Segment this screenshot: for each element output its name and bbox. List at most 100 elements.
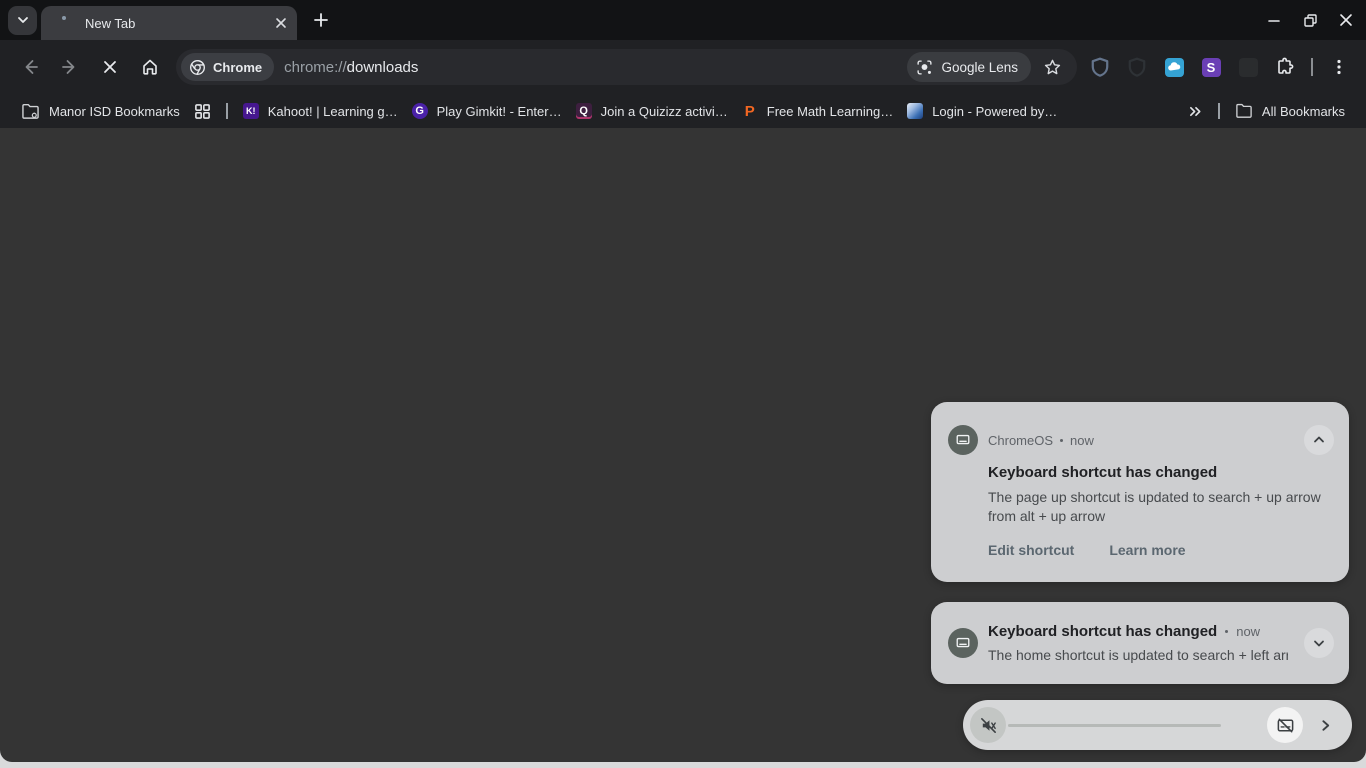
volume-mute-knob[interactable]	[970, 707, 1006, 743]
star-icon	[1043, 58, 1062, 77]
bookmark-label: Join a Quizizz activi…	[601, 104, 728, 119]
google-lens-button[interactable]: Google Lens	[907, 52, 1031, 82]
minimize-button[interactable]	[1260, 6, 1288, 34]
close-window-button[interactable]	[1332, 6, 1360, 34]
chromeos-avatar	[948, 425, 978, 455]
restore-button[interactable]	[1296, 6, 1324, 34]
shield-icon	[1090, 57, 1110, 77]
toolbar-divider	[1311, 58, 1313, 76]
bookmark-gimkit[interactable]: G Play Gimkit! - Enter…	[405, 100, 569, 122]
minimize-icon	[1267, 13, 1281, 27]
new-tab-button[interactable]	[307, 6, 335, 34]
google-lens-label: Google Lens	[941, 60, 1018, 75]
dimmed-extension-icon	[1239, 58, 1258, 77]
edit-shortcut-button[interactable]: Edit shortcut	[988, 542, 1074, 558]
expand-notification-button[interactable]	[1304, 628, 1334, 658]
chevron-right-icon	[1318, 718, 1333, 733]
keyboard-icon	[955, 635, 971, 651]
quizizz-favicon: Q	[576, 103, 592, 119]
tab-strip: New Tab	[0, 0, 1366, 40]
learn-more-button[interactable]: Learn more	[1109, 542, 1185, 558]
notification-title-row: Keyboard shortcut has changed now	[988, 623, 1260, 640]
notification-body: The page up shortcut is updated to searc…	[988, 488, 1338, 526]
notification-source: ChromeOS	[988, 433, 1053, 448]
gimkit-favicon: G	[412, 103, 428, 119]
meta-separator-dot	[1225, 630, 1228, 633]
bookmark-login[interactable]: Login - Powered by…	[900, 100, 1064, 122]
shield-icon	[1127, 57, 1147, 77]
s-extension-icon: S	[1202, 58, 1221, 77]
url-text: chrome://downloads	[284, 59, 418, 76]
notification-meta: now	[1225, 624, 1260, 639]
all-bookmarks-button[interactable]: All Bookmarks	[1228, 100, 1352, 122]
notification-actions: Edit shortcut Learn more	[988, 542, 1186, 558]
site-chip-label: Chrome	[213, 60, 262, 75]
bookmark-label: Free Math Learning…	[767, 104, 893, 119]
apps-shortcut[interactable]	[187, 100, 218, 123]
tab-close-icon[interactable]	[271, 13, 291, 33]
forward-arrow-icon	[60, 57, 80, 77]
prodigy-favicon: P	[742, 103, 758, 119]
folder-icon	[1235, 103, 1253, 119]
kahoot-favicon: K!	[243, 103, 259, 119]
volume-slider-track[interactable]	[1008, 724, 1221, 727]
home-icon	[140, 57, 160, 77]
bookmarks-overflow-button[interactable]	[1181, 102, 1210, 121]
chevron-down-icon	[16, 13, 30, 27]
collapse-notification-button[interactable]	[1304, 425, 1334, 455]
apps-grid-icon	[194, 103, 211, 120]
bookmark-quizizz[interactable]: Q Join a Quizizz activi…	[569, 100, 735, 122]
double-chevron-right-icon	[1188, 105, 1203, 118]
back-arrow-icon	[20, 57, 40, 77]
home-button[interactable]	[133, 50, 167, 84]
forward-button[interactable]	[53, 50, 87, 84]
managed-bookmarks-folder[interactable]: Manor ISD Bookmarks	[14, 100, 187, 123]
live-caption-toggle[interactable]	[1267, 707, 1303, 743]
plus-icon	[313, 12, 329, 28]
extension-shield-dark[interactable]	[1122, 52, 1152, 82]
extensions-menu-button[interactable]	[1270, 52, 1300, 82]
extension-dimmed[interactable]	[1233, 52, 1263, 82]
tab-title: New Tab	[85, 16, 135, 31]
bookmark-label: Login - Powered by…	[932, 104, 1057, 119]
extension-shield-light[interactable]	[1085, 52, 1115, 82]
bookmark-star-button[interactable]	[1037, 52, 1067, 82]
stop-loading-button[interactable]	[93, 50, 127, 84]
notification-time: now	[1070, 433, 1094, 448]
muted-speaker-icon	[979, 716, 998, 735]
extension-icons-area: S	[1085, 52, 1356, 82]
close-icon	[1339, 13, 1353, 27]
browser-menu-button[interactable]	[1324, 52, 1354, 82]
shelf-hint-strip	[0, 762, 1366, 768]
chevron-up-icon	[1312, 433, 1326, 447]
omnibox[interactable]: Chrome chrome://downloads Google Lens	[176, 49, 1077, 85]
bookmarks-divider	[1218, 103, 1220, 119]
back-button[interactable]	[13, 50, 47, 84]
notification-card-expanded[interactable]: ChromeOS now Keyboard shortcut has chang…	[931, 402, 1349, 582]
extension-securly[interactable]: S	[1196, 52, 1226, 82]
cloud-extension-icon	[1165, 58, 1184, 77]
notification-card-collapsed[interactable]: Keyboard shortcut has changed now The ho…	[931, 602, 1349, 684]
audio-settings-expand-button[interactable]	[1311, 711, 1339, 739]
bookmark-kahoot[interactable]: K! Kahoot! | Learning g…	[236, 100, 405, 122]
bookmarks-divider	[226, 103, 228, 119]
puzzle-piece-icon	[1275, 57, 1295, 77]
chrome-logo-icon	[189, 59, 206, 76]
tab-favicon-dot	[62, 16, 66, 20]
chromeos-avatar	[948, 628, 978, 658]
chevron-down-icon	[1312, 636, 1326, 650]
url-scheme: chrome://	[284, 59, 347, 76]
bookmark-label: Kahoot! | Learning g…	[268, 104, 398, 119]
notification-title: Keyboard shortcut has changed	[988, 464, 1217, 481]
notification-time: now	[1236, 624, 1260, 639]
managed-folder-icon	[21, 103, 40, 120]
notification-meta: ChromeOS now	[988, 433, 1094, 448]
tab-new-tab[interactable]: New Tab	[41, 6, 297, 40]
tab-search-button[interactable]	[8, 6, 37, 35]
keyboard-icon	[955, 432, 971, 448]
bookmark-prodigy[interactable]: P Free Math Learning…	[735, 100, 900, 122]
notification-body: The home shortcut is updated to search +…	[988, 647, 1288, 663]
site-info-chip[interactable]: Chrome	[181, 53, 274, 81]
chromeos-browser-window: New Tab	[0, 0, 1366, 768]
extension-cloud[interactable]	[1159, 52, 1189, 82]
